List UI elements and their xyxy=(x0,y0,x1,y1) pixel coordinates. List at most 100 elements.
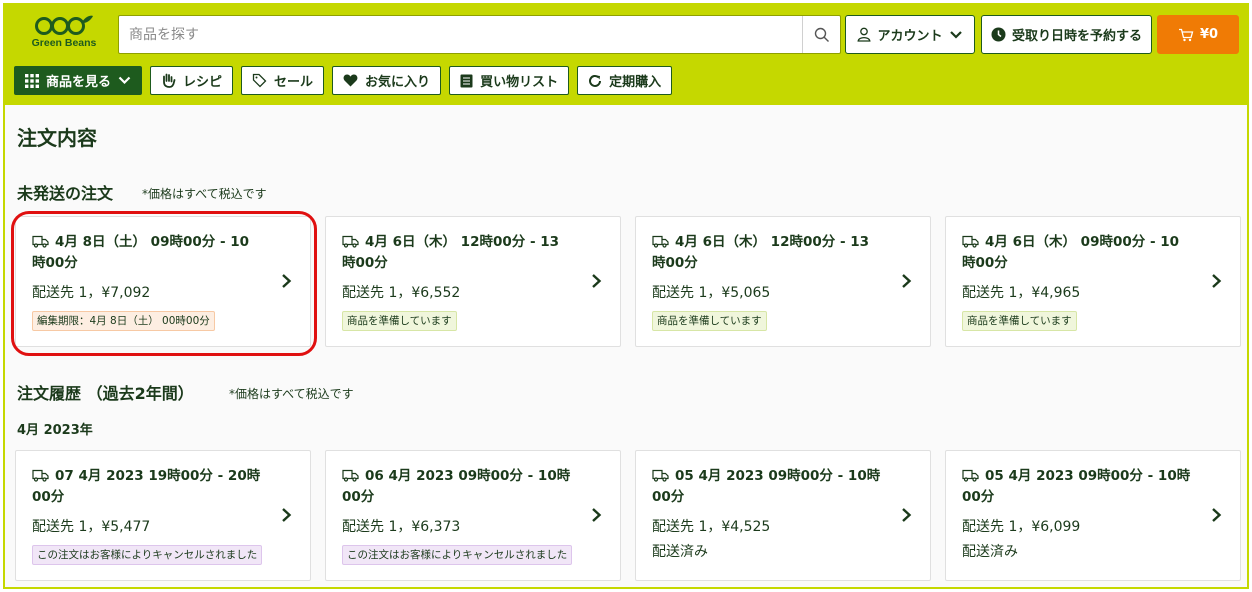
pending-orders-list: 4月 8日（土） 09時00分 - 10時00分 配送先 1，¥7,092 編集… xyxy=(15,216,1241,347)
pending-orders-title: 未発送の注文 xyxy=(17,184,114,203)
nav-label: 定期購入 xyxy=(609,75,662,90)
truck-icon xyxy=(32,235,49,248)
order-card[interactable]: 4月 8日（土） 09時00分 - 10時00分 配送先 1，¥7,092 編集… xyxy=(15,216,311,347)
tax-note: *価格はすべて税込です xyxy=(229,387,354,401)
order-title-text: 05 4月 2023 09時00分 - 10時00分 xyxy=(652,468,881,505)
nav-browse-products[interactable]: 商品を見る xyxy=(14,66,143,95)
reserve-timeslot-button[interactable]: 受取り日時を予約する xyxy=(981,15,1152,54)
order-title: 05 4月 2023 09時00分 - 10時00分 xyxy=(962,466,1192,508)
page-title: 注文内容 xyxy=(17,126,97,150)
cart-button[interactable]: ¥0 xyxy=(1157,15,1239,54)
nav-sale[interactable]: セール xyxy=(241,66,325,95)
reserve-label: 受取り日時を予約する xyxy=(1011,29,1142,44)
order-title-text: 06 4月 2023 09時00分 - 10時00分 xyxy=(342,468,571,505)
status-badge: 商品を準備しています xyxy=(652,311,767,331)
chevron-down-icon xyxy=(949,30,962,39)
order-summary: 配送先 1，¥7,092 xyxy=(32,285,151,301)
order-summary: 配送先 1，¥6,552 xyxy=(342,285,461,301)
truck-icon xyxy=(652,235,669,248)
search-input[interactable] xyxy=(119,16,801,53)
nav-favorites[interactable]: お気に入り xyxy=(332,66,442,95)
main-nav: 商品を見る レシピ セール お気に入り 買い物リスト 定期購入 xyxy=(14,66,673,95)
clock-icon xyxy=(991,27,1006,42)
refresh-icon xyxy=(589,74,602,87)
status-badge: 商品を準備しています xyxy=(962,311,1077,331)
order-title-text: 4月 6日（木） 12時00分 - 13時00分 xyxy=(342,234,560,271)
account-button[interactable]: アカウント xyxy=(845,15,975,54)
truck-icon xyxy=(962,235,979,248)
month-label: 4月 2023年 xyxy=(17,423,93,438)
header: Green Beans アカウント xyxy=(5,5,1247,105)
truck-icon xyxy=(32,469,49,482)
logo-icon xyxy=(35,15,93,35)
cart-icon xyxy=(1178,28,1194,41)
nav-recipes[interactable]: レシピ xyxy=(150,66,234,95)
chevron-down-icon xyxy=(118,76,131,85)
order-title: 07 4月 2023 19時00分 - 20時00分 xyxy=(32,466,262,508)
heart-icon xyxy=(343,74,358,87)
order-summary: 配送先 1，¥5,065 xyxy=(652,285,771,301)
status-badge: 商品を準備しています xyxy=(342,311,457,331)
nav-subscription[interactable]: 定期購入 xyxy=(577,66,673,95)
chevron-right-icon xyxy=(1212,508,1222,522)
order-title: 05 4月 2023 09時00分 - 10時00分 xyxy=(652,466,882,508)
search-button[interactable] xyxy=(802,16,840,53)
cart-total: ¥0 xyxy=(1199,27,1219,42)
order-card[interactable]: 4月 6日（木） 12時00分 - 13時00分 配送先 1，¥6,552 商品… xyxy=(325,216,621,347)
nav-label: レシピ xyxy=(183,75,223,90)
logo-text: Green Beans xyxy=(31,37,97,49)
order-title: 4月 6日（木） 12時00分 - 13時00分 xyxy=(342,232,572,274)
delivered-status: 配送済み xyxy=(652,544,708,560)
order-title: 4月 6日（木） 09時00分 - 10時00分 xyxy=(962,232,1192,274)
app-frame: Green Beans アカウント xyxy=(3,3,1249,589)
order-title-text: 07 4月 2023 19時00分 - 20時00分 xyxy=(32,468,261,505)
order-summary: 配送先 1，¥4,965 xyxy=(962,285,1081,301)
order-card[interactable]: 4月 6日（木） 12時00分 - 13時00分 配送先 1，¥5,065 商品… xyxy=(635,216,931,347)
order-card[interactable]: 06 4月 2023 09時00分 - 10時00分 配送先 1，¥6,373 … xyxy=(325,450,621,581)
chevron-right-icon xyxy=(592,274,602,288)
order-title-text: 4月 8日（土） 09時00分 - 10時00分 xyxy=(32,234,250,271)
order-summary: 配送先 1，¥5,477 xyxy=(32,519,151,535)
order-title: 4月 6日（木） 12時00分 - 13時00分 xyxy=(652,232,882,274)
chevron-right-icon xyxy=(1212,274,1222,288)
list-icon xyxy=(460,74,473,87)
user-icon xyxy=(857,27,872,42)
chevron-right-icon xyxy=(282,508,292,522)
edit-deadline-badge: 編集期限：4月 8日（土） 00時00分 xyxy=(32,311,215,331)
order-summary: 配送先 1，¥6,373 xyxy=(342,519,461,535)
order-summary: 配送先 1，¥4,525 xyxy=(652,519,771,535)
truck-icon xyxy=(342,235,359,248)
cancelled-badge: この注文はお客様によりキャンセルされました xyxy=(342,545,573,565)
order-title-text: 4月 6日（木） 12時00分 - 13時00分 xyxy=(652,234,870,271)
cancelled-badge: この注文はお客様によりキャンセルされました xyxy=(32,545,263,565)
tax-note: *価格はすべて税込です xyxy=(142,187,267,201)
order-summary: 配送先 1，¥6,099 xyxy=(962,519,1081,535)
order-card[interactable]: 4月 6日（木） 09時00分 - 10時00分 配送先 1，¥4,965 商品… xyxy=(945,216,1241,347)
chevron-right-icon xyxy=(592,508,602,522)
truck-icon xyxy=(962,469,979,482)
tag-icon xyxy=(252,73,267,88)
nav-label: セール xyxy=(274,75,314,90)
nav-label: 商品を見る xyxy=(46,75,112,90)
truck-icon xyxy=(652,469,669,482)
order-title-text: 4月 6日（木） 09時00分 - 10時00分 xyxy=(962,234,1180,271)
account-label: アカウント xyxy=(877,29,943,44)
order-history-title: 注文履歴 （過去2年間） xyxy=(17,384,194,403)
order-history-list: 07 4月 2023 19時00分 - 20時00分 配送先 1，¥5,477 … xyxy=(15,450,1241,581)
chevron-right-icon xyxy=(282,274,292,288)
nav-label: お気に入り xyxy=(365,75,431,90)
logo[interactable]: Green Beans xyxy=(19,14,109,58)
order-title: 4月 8日（土） 09時00分 - 10時00分 xyxy=(32,232,262,274)
grid-icon xyxy=(25,73,39,88)
order-title-text: 05 4月 2023 09時00分 - 10時00分 xyxy=(962,468,1191,505)
hand-icon xyxy=(163,73,176,88)
order-card[interactable]: 07 4月 2023 19時00分 - 20時00分 配送先 1，¥5,477 … xyxy=(15,450,311,581)
delivered-status: 配送済み xyxy=(962,544,1018,560)
nav-shopping-list[interactable]: 買い物リスト xyxy=(449,66,570,95)
nav-label: 買い物リスト xyxy=(480,75,559,90)
search-bar xyxy=(118,15,841,54)
chevron-right-icon xyxy=(902,508,912,522)
chevron-right-icon xyxy=(902,274,912,288)
order-card[interactable]: 05 4月 2023 09時00分 - 10時00分 配送先 1，¥4,525 … xyxy=(635,450,931,581)
order-card[interactable]: 05 4月 2023 09時00分 - 10時00分 配送先 1，¥6,099 … xyxy=(945,450,1241,581)
